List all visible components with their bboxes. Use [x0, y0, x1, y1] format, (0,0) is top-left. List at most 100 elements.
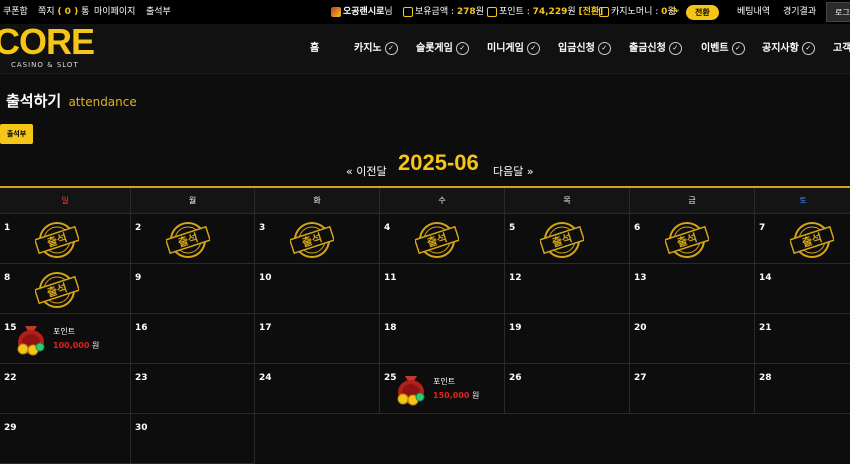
attendance-stamp-icon: 출석	[35, 222, 79, 258]
day-number: 9	[135, 273, 142, 283]
check-circle-icon: ✓	[731, 41, 745, 55]
nav-label: 카지노	[354, 43, 382, 54]
attendance-stamp-icon: 출석	[290, 222, 334, 258]
login-button[interactable]: 로그	[826, 2, 850, 22]
day-number: 27	[634, 373, 647, 383]
money-bag-icon	[397, 376, 425, 406]
attendance-link[interactable]: 출석부	[146, 0, 171, 24]
day-number: 22	[4, 373, 17, 383]
calendar-day-cell: 21	[755, 314, 850, 364]
nav-casino[interactable]: 카지노 ✓	[354, 24, 398, 73]
nav-label: 이벤트	[701, 43, 729, 54]
calendar-day-cell: 27	[630, 364, 755, 414]
calendar-day-cell: 29	[0, 414, 131, 464]
calendar-day-cell: 18	[380, 314, 505, 364]
check-circle-icon: ✓	[668, 41, 682, 55]
day-number: 23	[135, 373, 148, 383]
user-suffix: 님	[384, 7, 393, 17]
attendance-stamp-icon: 출석	[415, 222, 459, 258]
wallet-icon	[403, 6, 413, 17]
attendance-stamp-icon: 출석	[166, 222, 210, 258]
nav-notice[interactable]: 공지사항 ✓	[762, 24, 815, 73]
username: 오공랜시로	[343, 7, 385, 17]
points-value: 74,229	[532, 7, 568, 17]
svg-text:출석: 출석	[425, 230, 449, 250]
day-number: 2	[135, 223, 142, 233]
convert-button[interactable]: 전환	[686, 5, 719, 20]
balance: 보유금액 : 278원	[403, 0, 484, 24]
logo-word: CORE	[0, 21, 95, 62]
game-results-link[interactable]: 경기결과	[783, 0, 816, 24]
attendance-calendar: 일월화수목금토1 출석 2 출석 3 출석 4 출석 5 출석 6 출석 7 출…	[0, 186, 850, 464]
nav-event[interactable]: 이벤트 ✓	[701, 24, 745, 73]
nav-label: 출금신청	[629, 43, 666, 54]
day-number: 18	[384, 323, 397, 333]
current-month: 2025-06	[398, 150, 479, 175]
nav-support[interactable]: 고객	[833, 24, 850, 73]
casino-money-icon	[599, 6, 609, 17]
calendar-day-cell: 25 포인트 150,000 원	[380, 364, 505, 414]
calendar-day-cell: 12	[505, 264, 630, 314]
prev-month-link[interactable]: « 이전달	[346, 163, 387, 179]
nav-label: 공지사항	[762, 43, 799, 54]
weekday-header: 토	[755, 188, 850, 214]
day-number: 21	[759, 323, 772, 333]
nav-label: 입금신청	[558, 43, 595, 54]
calendar-day-cell: 3 출석	[255, 214, 380, 264]
day-number: 28	[759, 373, 772, 383]
day-number: 5	[509, 223, 516, 233]
day-number: 24	[259, 373, 272, 383]
weekday-header: 목	[505, 188, 630, 214]
casino-money-label: 카지노머니 :	[611, 7, 659, 17]
nav-slot[interactable]: 슬롯게임 ✓	[416, 24, 469, 73]
calendar-day-cell: 23	[131, 364, 255, 414]
day-number: 4	[384, 223, 391, 233]
attendance-stamp-icon: 출석	[540, 222, 584, 258]
points-label: 포인트 :	[499, 7, 530, 17]
nav-deposit[interactable]: 입금신청 ✓	[558, 24, 611, 73]
bet-history-link[interactable]: 베팅내역	[737, 0, 770, 24]
calendar-day-cell: 26	[505, 364, 630, 414]
day-number: 12	[509, 273, 522, 283]
notes-label: 쪽지	[38, 7, 55, 17]
calendar-day-cell: 20	[630, 314, 755, 364]
day-number: 1	[4, 223, 11, 233]
day-number: 29	[4, 423, 17, 433]
reward-label: 포인트	[53, 327, 76, 336]
balance-unit: 원	[475, 7, 484, 17]
nav-withdraw[interactable]: 출금신청 ✓	[629, 24, 682, 73]
page-title-ko: 출석하기	[6, 92, 62, 110]
casino-money: 카지노머니 : 0원	[599, 0, 676, 24]
calendar-day-cell: 2 출석	[131, 214, 255, 264]
calendar-day-cell: 8 출석	[0, 264, 131, 314]
balance-value: 278	[456, 7, 476, 17]
svg-text:출석: 출석	[550, 230, 574, 250]
nav-minigame[interactable]: 미니게임 ✓	[487, 24, 540, 73]
user-info: 오공랜시로님	[331, 0, 393, 24]
weekday-header: 화	[255, 188, 380, 214]
day-number: 19	[509, 323, 522, 333]
weekday-header: 월	[131, 188, 255, 214]
next-month-link[interactable]: 다음달 »	[493, 163, 534, 179]
notes-count: ( 0 )	[57, 7, 79, 17]
mypage-link[interactable]: 마이페이지	[94, 0, 135, 24]
attendance-button[interactable]: 출석부	[0, 124, 33, 144]
weekday-header: 금	[630, 188, 755, 214]
calendar-day-cell: 5 출석	[505, 214, 630, 264]
calendar-day-cell: 24	[255, 364, 380, 414]
svg-text:출석: 출석	[176, 230, 200, 250]
calendar-day-cell: 19	[505, 314, 630, 364]
reward-badge: 포인트 100,000 원	[13, 320, 143, 360]
reward-label: 포인트	[433, 377, 456, 386]
attendance-stamp-icon: 출석	[665, 222, 709, 258]
notes-suffix: 통	[81, 7, 90, 17]
weekday-header: 일	[0, 188, 131, 214]
reward-amount: 150,000 원	[433, 391, 480, 400]
points: 포인트 : 74,229원 [전환]	[487, 0, 603, 24]
nav-home[interactable]: 홈	[310, 24, 319, 73]
nav-label: 홈	[310, 43, 320, 54]
refresh-icon[interactable]: ⟳	[670, 0, 679, 24]
svg-text:출석: 출석	[300, 230, 324, 250]
day-number: 13	[634, 273, 647, 283]
calendar-day-cell: 7 출석	[755, 214, 850, 264]
